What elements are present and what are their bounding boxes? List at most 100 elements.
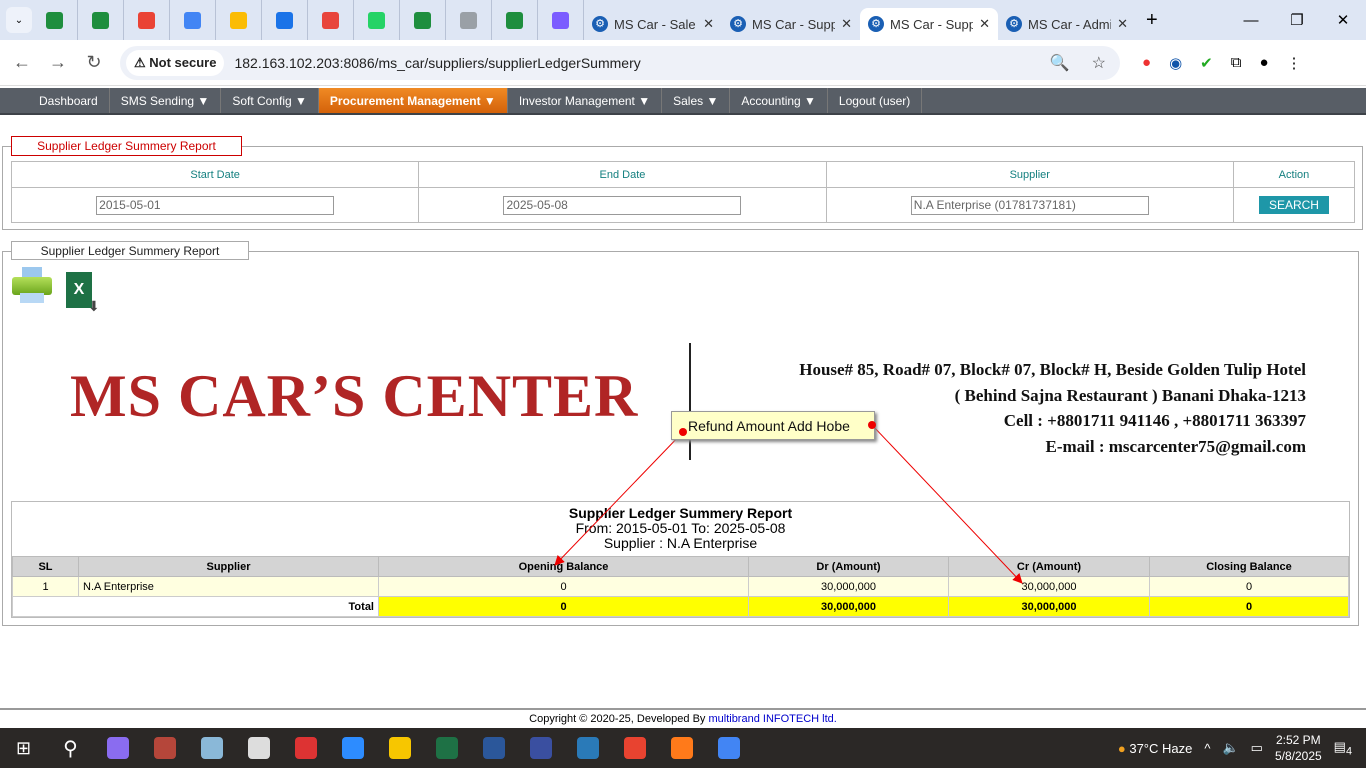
menu-kebab-icon[interactable]: ⋮	[1287, 54, 1302, 72]
security-chip[interactable]: ⚠ Not secure	[126, 49, 225, 76]
pinned-tab[interactable]	[538, 0, 584, 40]
tab-ms-car-supplier-active[interactable]: ⚙MS Car - Supplier✕	[860, 8, 998, 40]
notifications-icon[interactable]: ▤4	[1334, 739, 1352, 758]
taskbar-app-icon[interactable]	[705, 728, 752, 768]
pinned-tab[interactable]	[262, 0, 308, 40]
nav-sms-sending[interactable]: SMS Sending ▼	[110, 88, 222, 113]
taskbar-app-icon[interactable]	[423, 728, 470, 768]
taskbar-app-icon[interactable]	[470, 728, 517, 768]
extensions-puzzle-icon[interactable]: ⧉	[1231, 54, 1242, 72]
cell-dr: 30,000,000	[748, 576, 949, 597]
pinned-tab[interactable]	[78, 0, 124, 40]
taskbar-app-icon[interactable]	[94, 728, 141, 768]
start-date-input[interactable]	[96, 195, 335, 215]
col-supplier: Supplier	[78, 556, 379, 577]
end-date-input[interactable]	[503, 195, 742, 215]
extension-icon[interactable]: ●	[1142, 54, 1151, 72]
search-legend: Supplier Ledger Summery Report	[11, 136, 242, 156]
taskbar-app-icon[interactable]	[329, 728, 376, 768]
close-tab-icon[interactable]: ✕	[979, 16, 990, 32]
close-tab-icon[interactable]: ✕	[841, 16, 852, 32]
pinned-site-icon	[276, 11, 293, 29]
excel-export-icon[interactable]: X ⬇	[66, 272, 102, 314]
address-line: House# 85, Road# 07, Block# 07, Block# H…	[799, 360, 1306, 379]
bookmark-star-icon[interactable]: ☆	[1092, 53, 1106, 73]
nav-dashboard[interactable]: Dashboard	[28, 88, 110, 113]
zoom-icon[interactable]: 🔍	[1050, 53, 1070, 73]
nav-soft-config[interactable]: Soft Config ▼	[221, 88, 319, 113]
taskbar-app-icon[interactable]	[564, 728, 611, 768]
extension-icon[interactable]: ✔	[1200, 54, 1213, 72]
taskbar-app-icon[interactable]	[141, 728, 188, 768]
search-icon[interactable]: ⚲	[47, 728, 94, 768]
clock[interactable]: 2:52 PM 5/8/2025	[1275, 732, 1322, 764]
tab-ms-car-sale[interactable]: ⚙ MS Car - Sale ✕	[584, 8, 722, 40]
pinned-tab[interactable]	[170, 0, 216, 40]
taskbar-app-icon[interactable]	[188, 728, 235, 768]
company-logo-text: MS CAR’S CENTER	[70, 363, 639, 429]
cell-cr: 30,000,000	[948, 576, 1150, 597]
nav-investor-management[interactable]: Investor Management ▼	[508, 88, 663, 113]
report-date-range: From: 2015-05-01 To: 2025-05-08	[575, 520, 786, 536]
pinned-tab[interactable]	[400, 0, 446, 40]
pinned-site-icon	[460, 11, 477, 29]
tab-strip: ⌄ ⚙MS Car - Sale✕ ⚙MS Car - Supplier✕ ⚙M…	[0, 0, 1366, 40]
total-row: Total 0 30,000,000 30,000,000 0	[12, 596, 1349, 617]
profile-avatar[interactable]: ●	[1259, 54, 1268, 72]
start-button[interactable]: ⊞	[0, 728, 47, 768]
end-date-label: End Date	[418, 161, 827, 188]
new-tab-button[interactable]: +	[1146, 9, 1158, 32]
pinned-tab[interactable]	[446, 0, 492, 40]
pinned-tab[interactable]	[492, 0, 538, 40]
taskbar-app-icon[interactable]	[282, 728, 329, 768]
taskbar-app-icon[interactable]	[611, 728, 658, 768]
search-button[interactable]: SEARCH	[1258, 196, 1329, 214]
nav-sales[interactable]: Sales ▼	[662, 88, 731, 113]
close-tab-icon[interactable]: ✕	[703, 16, 714, 32]
col-cr-amount: Cr (Amount)	[948, 556, 1150, 577]
pinned-site-icon	[368, 11, 385, 29]
pinned-site-icon	[414, 11, 431, 29]
time: 2:52 PM	[1275, 733, 1321, 747]
url-text[interactable]: 182.163.102.203:8086/ms_car/suppliers/su…	[234, 55, 640, 71]
cell-supplier: N.A Enterprise	[78, 576, 379, 597]
tab-ms-car-admin[interactable]: ⚙ MS Car - Admin ✕	[998, 8, 1136, 40]
developer-link[interactable]: multibrand INFOTECH ltd.	[708, 713, 836, 725]
supplier-label: Supplier	[825, 161, 1234, 188]
tab-search-button[interactable]: ⌄	[6, 7, 32, 33]
taskbar-app-icon[interactable]	[658, 728, 705, 768]
taskbar-app-icon[interactable]	[235, 728, 282, 768]
close-window-button[interactable]: ✕	[1320, 0, 1366, 40]
supplier-input[interactable]	[910, 195, 1149, 215]
pinned-tab[interactable]	[354, 0, 400, 40]
tray-chevron-icon[interactable]: ^	[1204, 741, 1210, 756]
table-row: 1 N.A Enterprise 0 30,000,000 30,000,000…	[12, 576, 1349, 597]
grammarly-icon[interactable]: ◉	[1169, 54, 1182, 72]
taskbar-app-icon[interactable]	[376, 728, 423, 768]
pinned-tab[interactable]	[32, 0, 78, 40]
main-nav: Dashboard SMS Sending ▼ Soft Config ▼ Pr…	[0, 88, 1366, 115]
pinned-tab[interactable]	[308, 0, 354, 40]
back-button[interactable]: ←	[4, 52, 40, 73]
reload-button[interactable]: ↻	[76, 52, 112, 73]
tab-ms-car-supplier[interactable]: ⚙MS Car - Supplier✕	[722, 8, 860, 40]
forward-button[interactable]: →	[40, 52, 76, 73]
pinned-tab[interactable]	[216, 0, 262, 40]
nav-procurement-management[interactable]: Procurement Management ▼	[318, 88, 508, 113]
print-icon[interactable]	[12, 267, 52, 305]
volume-icon[interactable]: 🔈	[1222, 740, 1238, 756]
omnibox[interactable]: ⚠ Not secure 182.163.102.203:8086/ms_car…	[120, 45, 1120, 80]
minimize-button[interactable]: —	[1228, 0, 1274, 40]
report-title: Supplier Ledger Summery Report	[568, 505, 793, 521]
nav-logout[interactable]: Logout (user)	[828, 88, 923, 113]
total-label: Total	[12, 596, 379, 617]
weather-widget[interactable]: ● 37°C Haze	[1118, 741, 1193, 756]
taskbar-app-icon[interactable]	[517, 728, 564, 768]
close-tab-icon[interactable]: ✕	[1117, 16, 1128, 32]
report-supplier: Supplier : N.A Enterprise	[603, 535, 758, 551]
network-icon[interactable]: ▭	[1251, 740, 1263, 756]
cell-sl: 1	[12, 576, 79, 597]
restore-button[interactable]: ❐	[1274, 0, 1320, 40]
pinned-tab[interactable]	[124, 0, 170, 40]
nav-accounting[interactable]: Accounting ▼	[730, 88, 828, 113]
